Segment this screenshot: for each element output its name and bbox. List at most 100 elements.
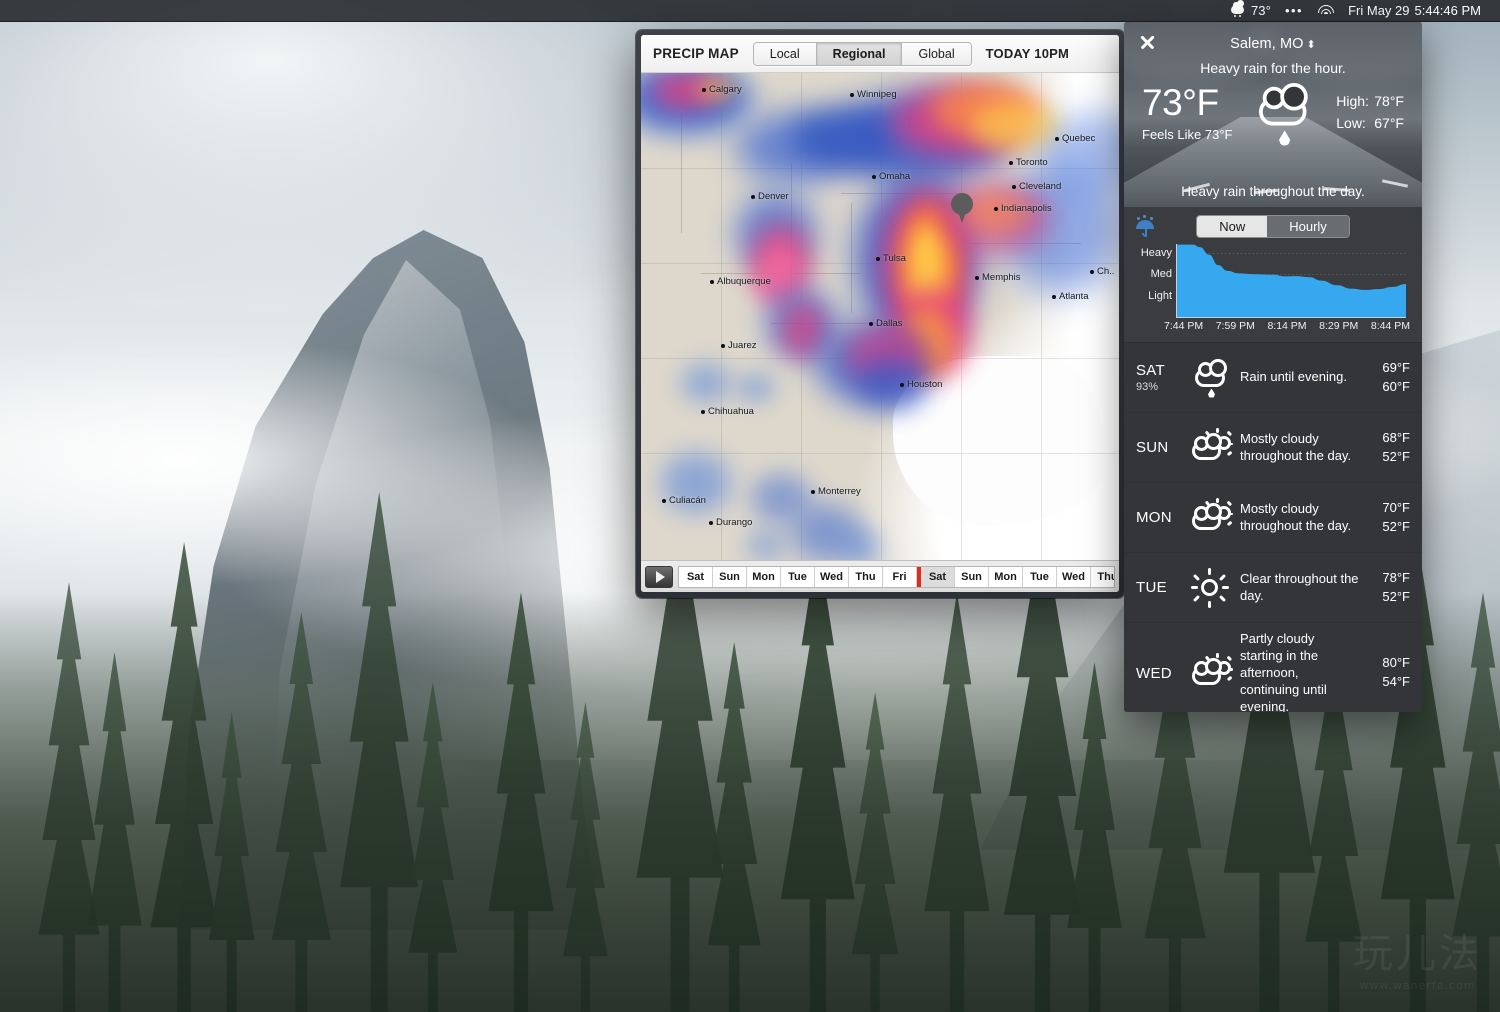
now-hourly-toggle[interactable]: Now Hourly [1134, 215, 1412, 238]
forecast-temps: 68°F 52°F [1366, 429, 1410, 467]
map-gridline [641, 453, 1119, 454]
forecast-high: 68°F [1382, 429, 1410, 445]
forecast-icon-cell [1182, 497, 1240, 538]
timeline-day[interactable]: Wed [815, 566, 849, 587]
forecast-row[interactable]: SUN Mostly cloudy throughout the day. 68… [1124, 413, 1422, 483]
precip-map-canvas[interactable]: Calgary Winnipeg Quebec Toronto Clevelan… [641, 73, 1119, 560]
map-title: PRECIP MAP [653, 46, 739, 61]
chart-y-axis-labels: Heavy Med Light [1134, 244, 1174, 318]
map-timeline[interactable]: SatSunMonTueWedThuFriSatSunMonTueWedThuF [641, 560, 1119, 592]
map-city-dot [994, 206, 998, 211]
play-button[interactable] [645, 565, 673, 588]
forecast-low: 52°F [1382, 448, 1410, 464]
map-city-label: Albuquerque [710, 276, 771, 287]
location-selector[interactable]: Salem, MO ⬍ [1124, 36, 1422, 52]
tab-global[interactable]: Global [902, 42, 971, 65]
chart-x-label: 7:59 PM [1215, 320, 1255, 332]
menubar-clock[interactable]: Fri May 29 5:44:46 PM [1341, 0, 1488, 22]
menubar-wifi-item[interactable] [1310, 0, 1341, 22]
forecast-row[interactable]: SAT 93% Rain until evening. 69°F 60°F [1124, 343, 1422, 413]
timeline-day[interactable]: Tue [781, 566, 815, 587]
forecast-high: 69°F [1382, 359, 1410, 375]
map-city-name: Culiacán [669, 495, 706, 506]
forecast-temps: 80°F 54°F [1366, 654, 1410, 692]
forecast-row[interactable]: TUE Clear throughout the day. 78°F 52°F [1124, 553, 1422, 623]
sun-ray [1216, 427, 1219, 433]
sun-ray [1218, 594, 1227, 602]
weather-panel[interactable]: Salem, MO ⬍ Heavy rain for the hour. 73°F… [1124, 22, 1422, 712]
forecast-icon-cell [1182, 358, 1240, 398]
map-city-name: Durango [716, 517, 753, 528]
high-value: 78°F [1374, 93, 1404, 110]
map-city-name: Monterrey [818, 486, 861, 497]
forecast-temps: 70°F 52°F [1366, 499, 1410, 537]
chart-x-label: 8:14 PM [1267, 320, 1307, 332]
forecast-precip-chance: 93% [1136, 381, 1159, 393]
map-city-name: Winnipeg [857, 89, 897, 100]
map-border [851, 203, 852, 313]
menubar-extras-item[interactable]: ••• [1278, 0, 1310, 22]
forecast-low: 54°F [1382, 674, 1410, 690]
map-city-label: Calgary [702, 84, 742, 95]
forecast-row[interactable]: MON Mostly cloudy throughout the day. 70… [1124, 483, 1422, 553]
map-city-dot [662, 498, 666, 503]
day-summary: Heavy rain throughout the day. [1181, 184, 1365, 199]
map-city-label: Memphis [975, 272, 1021, 283]
timeline-day[interactable]: Fri [883, 566, 917, 587]
forecast-icon-cell [1182, 427, 1240, 468]
toggle-hourly[interactable]: Hourly [1267, 216, 1349, 237]
tab-local[interactable]: Local [753, 42, 817, 65]
map-city-name: Atlanta [1059, 291, 1089, 302]
forecast-row[interactable]: WED Partly cloudy starting in the aftern… [1124, 623, 1422, 712]
cloud-sun-icon [1189, 497, 1233, 538]
location-pin-icon[interactable] [951, 193, 973, 223]
map-city-label: Winnipeg [850, 89, 897, 100]
timeline-day[interactable]: Thu [1091, 567, 1114, 587]
timeline-day[interactable]: Wed [1057, 566, 1091, 587]
weather-hero: Salem, MO ⬍ Heavy rain for the hour. 73°F… [1124, 22, 1422, 207]
precip-map-content: PRECIP MAP Local Regional Global TODAY 1… [641, 35, 1119, 592]
map-city-dot [1090, 269, 1094, 274]
hour-summary: Heavy rain for the hour. [1200, 60, 1346, 76]
forecast-high: 80°F [1382, 655, 1410, 671]
timeline-track[interactable]: SatSunMonTueWedThuFriSatSunMonTueWedThuF [678, 565, 1115, 588]
menubar-date: Fri May 29 [1348, 3, 1410, 18]
chart-y-label: Med [1150, 268, 1172, 281]
forecast-low: 52°F [1382, 588, 1410, 604]
map-city-dot [850, 92, 854, 97]
timeline-day[interactable]: Sun [713, 566, 747, 587]
map-city-dot [1052, 294, 1056, 299]
forecast-day-block: TUE [1136, 579, 1182, 596]
forecast-day-name: MON [1136, 509, 1172, 526]
sun-ray [1226, 520, 1233, 526]
timeline-day[interactable]: Mon [989, 566, 1023, 587]
timeline-day[interactable]: Mon [747, 566, 781, 587]
menu-bar: 73° ••• Fri May 29 5:44:46 PM [0, 0, 1500, 22]
map-scope-segmented-control[interactable]: Local Regional Global [752, 41, 972, 66]
map-time-label: TODAY 10PM [985, 46, 1070, 61]
timeline-day[interactable]: Sun [955, 566, 989, 587]
wifi-icon [1317, 4, 1334, 17]
timeline-day[interactable]: Thu [849, 566, 883, 587]
timeline-day[interactable]: Sat [679, 566, 713, 587]
timeline-day[interactable]: Tue [1023, 566, 1057, 587]
menubar-weather-item[interactable]: 73° [1223, 0, 1278, 22]
sun-ray [1191, 585, 1198, 589]
sun-ray [1216, 497, 1219, 503]
tab-regional[interactable]: Regional [816, 42, 903, 65]
high-label: High: [1336, 93, 1369, 110]
forecast-high: 78°F [1382, 569, 1410, 585]
forecast-day-name: SUN [1136, 439, 1169, 456]
precip-map-window[interactable]: PRECIP MAP Local Regional Global TODAY 1… [636, 30, 1124, 598]
forecast-day-block: WED [1136, 665, 1182, 682]
sun-ray [1226, 430, 1233, 436]
toggle-now[interactable]: Now [1197, 216, 1268, 237]
map-city-dot [710, 279, 714, 284]
map-city-name: Chihuahua [708, 406, 754, 417]
chart-x-label: 8:29 PM [1319, 320, 1359, 332]
forecast-summary: Rain until evening. [1240, 369, 1347, 385]
forecast-high: 70°F [1382, 499, 1410, 515]
timeline-day[interactable]: Sat [921, 566, 955, 587]
map-city-label: Houston [900, 379, 942, 390]
cloud-rain-icon [1247, 81, 1322, 146]
